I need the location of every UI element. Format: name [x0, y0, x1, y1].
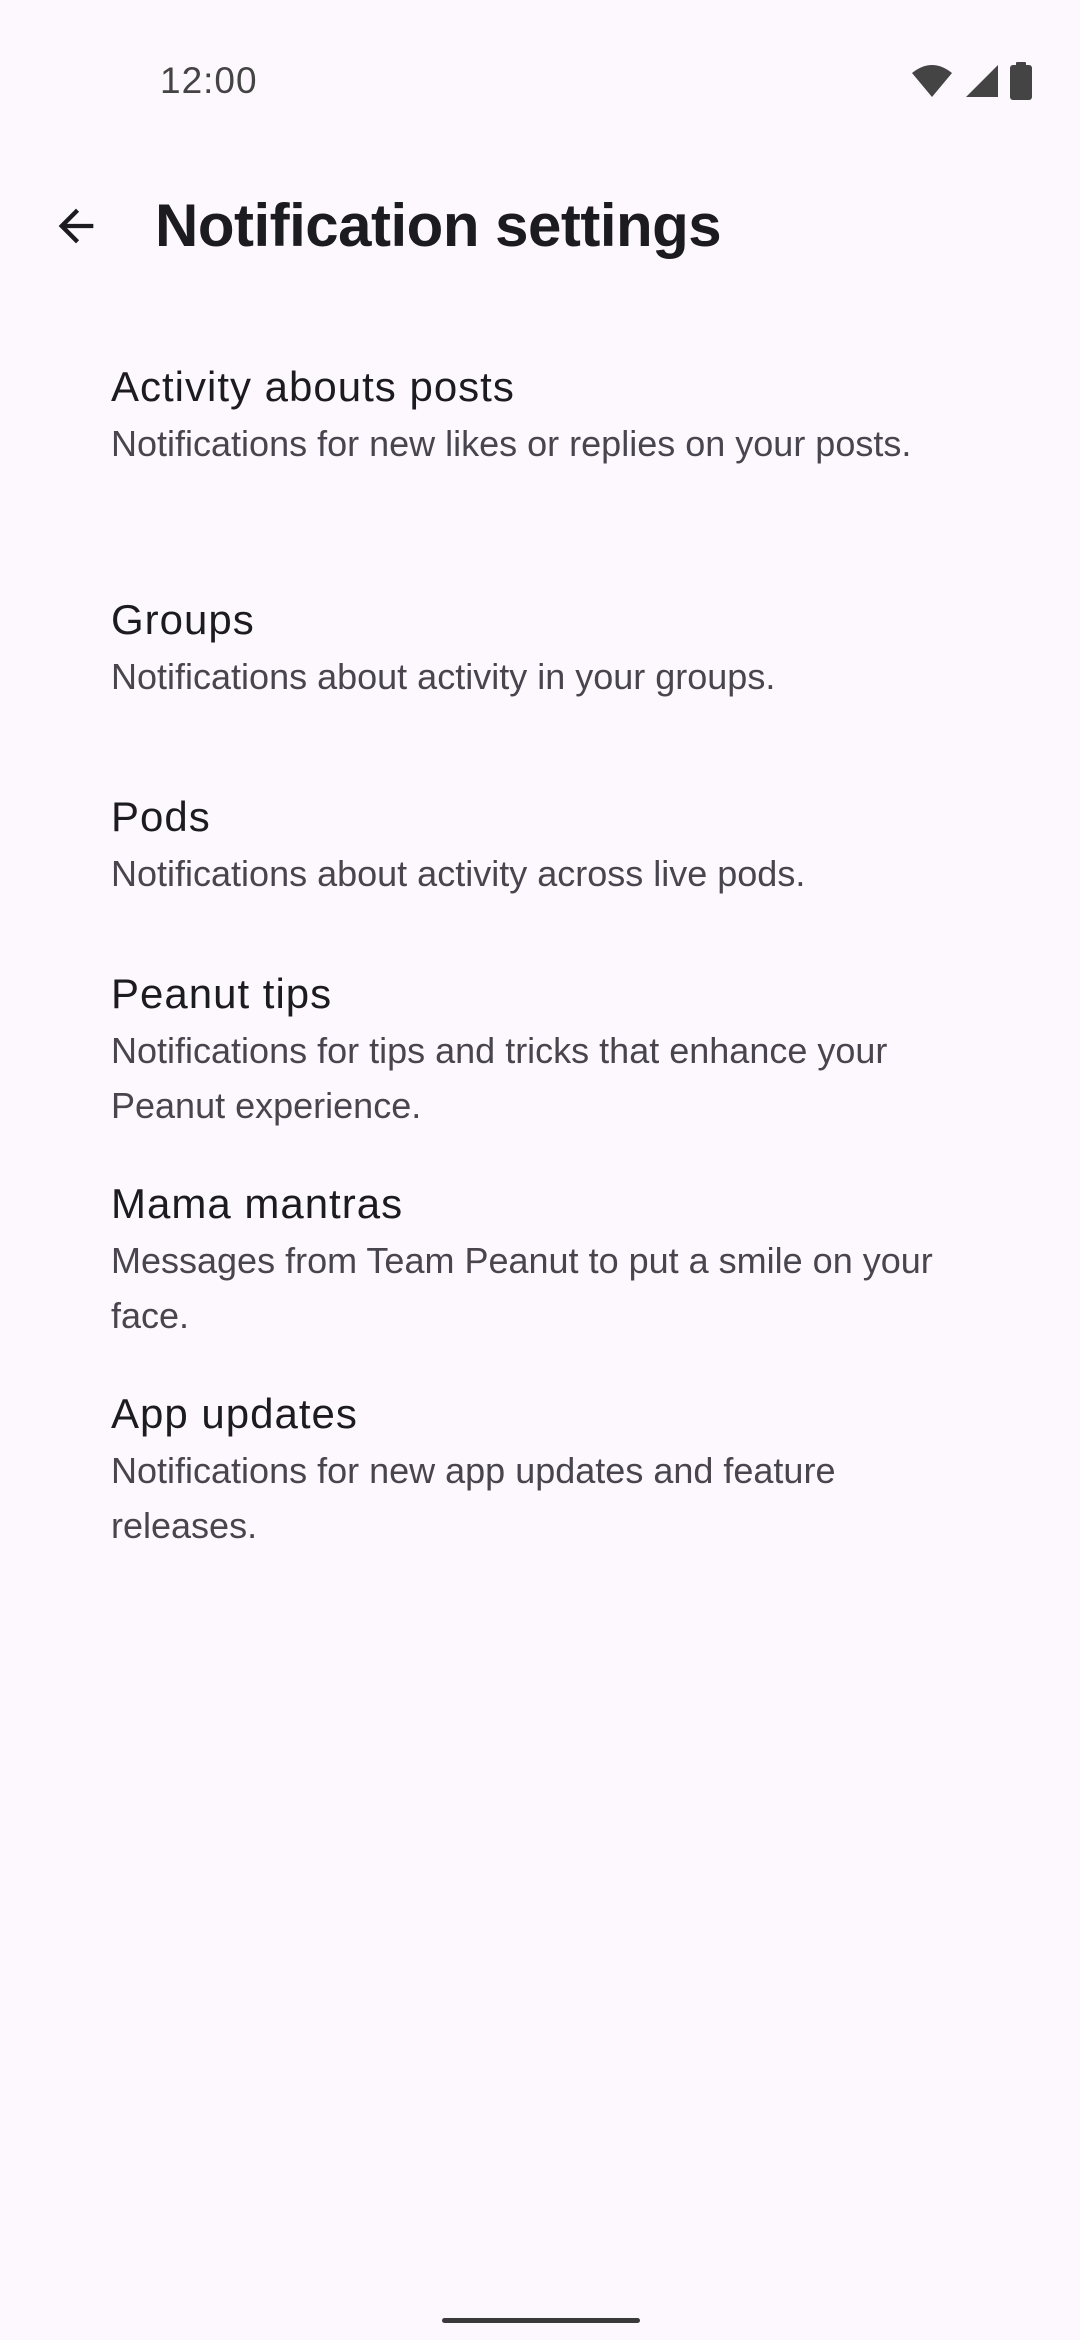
- setting-description: Notifications about activity in your gro…: [111, 656, 776, 697]
- back-button[interactable]: [36, 188, 116, 268]
- battery-icon: [1010, 62, 1032, 100]
- setting-item-activity-about-posts[interactable]: Activity abouts posts Notifications for …: [0, 360, 1080, 471]
- setting-title: App updates: [111, 1390, 358, 1437]
- setting-item-mama-mantras[interactable]: Mama mantras Messages from Team Peanut t…: [0, 1177, 1080, 1343]
- setting-title: Groups: [111, 596, 255, 643]
- setting-title: Mama mantras: [111, 1180, 404, 1227]
- notification-settings-screen: 12:00 Notification settings Activity abo…: [0, 0, 1080, 2340]
- setting-item-app-updates[interactable]: App updates Notifications for new app up…: [0, 1387, 1080, 1553]
- setting-description: Messages from Team Peanut to put a smile…: [111, 1240, 933, 1336]
- setting-title: Peanut tips: [111, 970, 333, 1017]
- setting-title: Activity abouts posts: [111, 363, 515, 410]
- wifi-icon: [910, 63, 954, 99]
- setting-description: Notifications for new app updates and fe…: [111, 1450, 836, 1546]
- setting-title: Pods: [111, 793, 211, 840]
- setting-description: Notifications for new likes or replies o…: [111, 423, 912, 464]
- gesture-navigation-handle[interactable]: [442, 2318, 640, 2323]
- setting-item-pods[interactable]: Pods Notifications about activity across…: [0, 790, 1080, 901]
- setting-description: Notifications about activity across live…: [111, 853, 806, 894]
- top-app-bar: Notification settings: [0, 170, 1080, 280]
- status-time: 12:00: [160, 60, 258, 101]
- setting-description: Notifications for tips and tricks that e…: [111, 1030, 888, 1126]
- setting-item-groups[interactable]: Groups Notifications about activity in y…: [0, 593, 1080, 704]
- arrow-back-icon: [50, 200, 102, 257]
- setting-item-peanut-tips[interactable]: Peanut tips Notifications for tips and t…: [0, 967, 1080, 1133]
- status-bar: 12:00: [0, 0, 1080, 170]
- status-icons: [910, 62, 1032, 100]
- page-title: Notification settings: [155, 192, 722, 259]
- cellular-signal-icon: [964, 63, 1000, 99]
